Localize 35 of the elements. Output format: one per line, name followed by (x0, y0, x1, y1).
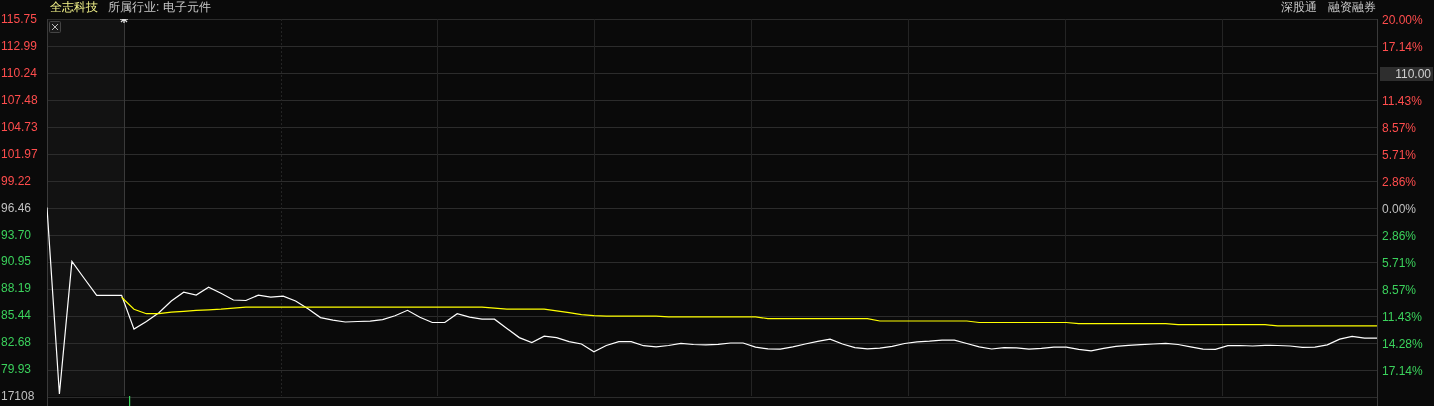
axis-label: 2.86% (1381, 174, 1417, 189)
industry-label: 所属行业: 电子元件 (108, 0, 211, 14)
axis-label: 17.14% (1381, 363, 1423, 378)
axis-label: 17.14% (1381, 39, 1423, 54)
axis-label: 14.28% (1381, 336, 1423, 351)
axis-label: 85.44 (1, 308, 32, 323)
stock-name: 全志科技 (50, 0, 98, 14)
axis-label: 104.73 (1, 119, 38, 134)
axis-label: 110.24 (1, 65, 37, 80)
axis-label: 93.70 (1, 227, 32, 242)
axis-label: 107.48 (1, 92, 38, 107)
close-icon[interactable] (49, 21, 61, 33)
axis-label: 5.71% (1381, 147, 1417, 162)
axis-label: 90.95 (1, 254, 32, 269)
axis-label: 5.71% (1381, 255, 1417, 270)
axis-label: 115.75 (1, 12, 37, 26)
market-tag: 融资融券 (1328, 0, 1376, 14)
axis-label: 79.93 (1, 362, 32, 377)
price-tag: 110.00 (1380, 66, 1433, 81)
axis-label: 20.00% (1381, 12, 1423, 27)
axis-label: 8.57% (1381, 282, 1417, 297)
axis-label: 2.86% (1381, 228, 1417, 243)
market-tag: 深股通 (1281, 0, 1317, 14)
axis-label: 112.99 (1, 38, 37, 53)
axis-label: 101.97 (1, 146, 38, 161)
axis-label: 0.00% (1381, 201, 1417, 216)
axis-label: 96.46 (1, 200, 32, 215)
axis-label: 99.22 (1, 173, 32, 188)
axis-label: 82.68 (1, 335, 32, 350)
axis-label: 88.19 (1, 281, 32, 296)
axis-label: 11.43% (1381, 309, 1422, 324)
axis-label: 8.57% (1381, 120, 1417, 135)
volume-label: 17108 (1, 389, 35, 403)
axis-label: 11.43% (1381, 93, 1422, 108)
marker-icon (119, 19, 129, 24)
